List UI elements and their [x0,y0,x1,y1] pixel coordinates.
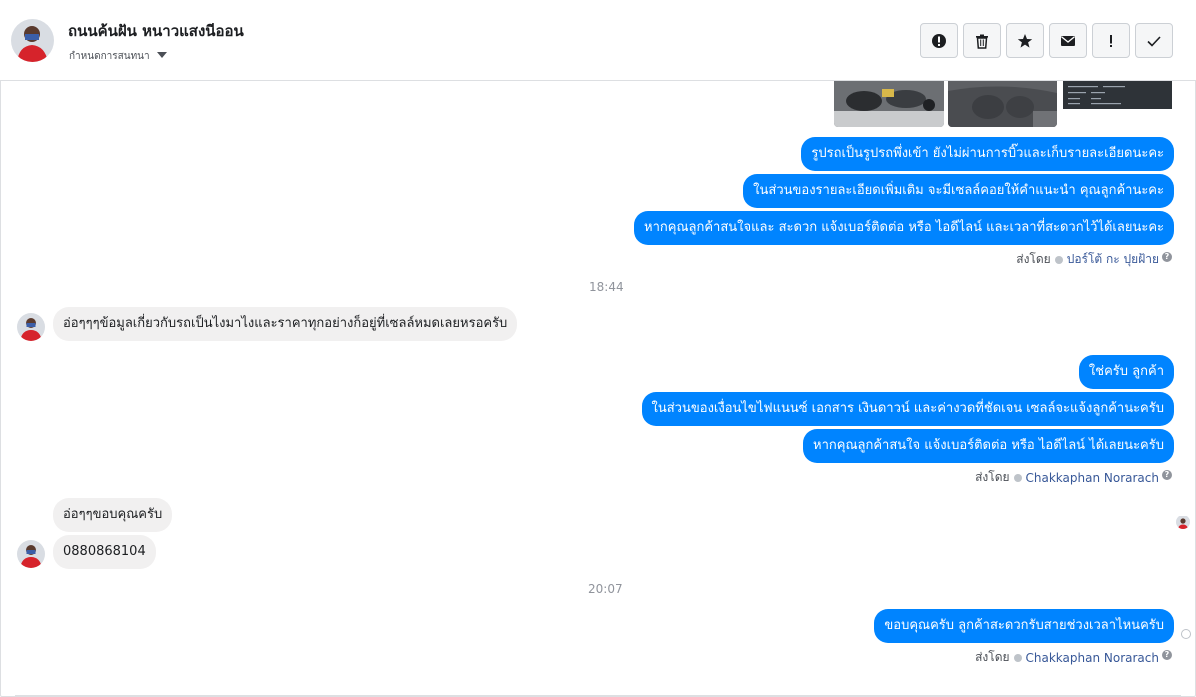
trash-icon [976,34,988,49]
contact-avatar-small[interactable] [17,540,45,568]
outgoing-message[interactable]: ขอบคุณครับ ลูกค้าสะดวกรับสายช่วงเวลาไหนค… [874,609,1174,643]
verified-icon [1013,653,1022,662]
sent-by-line: ส่งโดย Chakkaphan Norarach [975,648,1159,667]
star-icon [1017,33,1033,48]
sent-by-label: ส่งโดย [975,470,1010,484]
contact-avatar[interactable] [11,19,54,62]
outgoing-message[interactable]: ในส่วนของเงื่อนไขไฟแนนซ์ เอกสาร เงินดาวน… [641,392,1174,426]
attachment-image-dashboard[interactable] [948,81,1057,127]
alert-circle-icon [932,33,946,48]
delivered-check-icon [1181,629,1191,639]
verified-icon [1013,473,1022,482]
follow-up-button[interactable] [1092,23,1130,58]
sender-name[interactable]: ปอร์โต้ กะ ปุยฝ้าย [1067,250,1159,269]
sender-name[interactable]: Chakkaphan Norarach [1026,471,1159,485]
outgoing-message[interactable]: หากคุณลูกค้าสนใจ แจ้งเบอร์ติดต่อ หรือ ไอ… [803,429,1174,463]
outgoing-message[interactable]: ในส่วนของรายละเอียดเพิ่มเติม จะมีเซลล์คอ… [743,174,1174,208]
mark-spam-button[interactable] [920,23,958,58]
seen-by-avatar [1176,515,1190,529]
sent-by-label: ส่งโดย [975,650,1010,664]
incoming-message[interactable]: อ่อๆๆขอบคุณครับ [53,498,173,532]
timestamp: 20:07 [588,582,623,596]
sender-name[interactable]: Chakkaphan Norarach [1026,651,1159,665]
envelope-icon [1061,35,1075,46]
sent-by-label: ส่งโดย [1016,252,1051,266]
mark-unread-button[interactable] [1049,23,1087,58]
contact-avatar-small[interactable] [17,313,45,341]
contact-name[interactable]: ถนนค้นฝัน หนาวแสงนีออน [68,19,244,43]
incoming-message[interactable]: 0880868104 [53,535,156,569]
checkmark-icon [1147,35,1161,47]
verified-icon [1054,255,1063,264]
star-button[interactable] [1006,23,1044,58]
mark-done-button[interactable] [1135,23,1173,58]
conversation-header: ถนนค้นฝัน หนาวแสงนีออน กำหนดการสนทนา [0,0,1196,81]
outgoing-message[interactable]: ใช่ครับ ลูกค้า [1078,355,1174,389]
sent-by-line: ส่งโดย Chakkaphan Norarach [975,468,1159,487]
attachment-image-specs[interactable] [1063,81,1172,127]
timestamp: 18:44 [589,280,624,294]
help-icon[interactable]: ? [1162,470,1172,480]
assign-conversation-dropdown[interactable]: กำหนดการสนทนา [69,49,150,64]
conversation-toolbar [920,23,1173,58]
sent-by-line: ส่งโดย ปอร์โต้ กะ ปุยฝ้าย [1016,250,1159,269]
help-icon[interactable]: ? [1162,650,1172,660]
help-icon[interactable]: ? [1162,252,1172,262]
exclamation-icon [1110,34,1112,47]
attachment-image-engine[interactable] [834,81,944,127]
outgoing-message[interactable]: หากคุณลูกค้าสนใจและ สะดวก แจ้งเบอร์ติดต่… [634,211,1174,245]
outgoing-message[interactable]: รูปรถเป็นรูปรถพึ่งเข้า ยังไม่ผ่านการบิ๊ว… [801,137,1174,171]
chevron-down-icon[interactable] [157,52,167,58]
incoming-message[interactable]: อ่อๆๆๆข้อมูลเกี่ยวกับรถเป็นไงมาไงและราคา… [53,307,518,341]
delete-button[interactable] [963,23,1001,58]
